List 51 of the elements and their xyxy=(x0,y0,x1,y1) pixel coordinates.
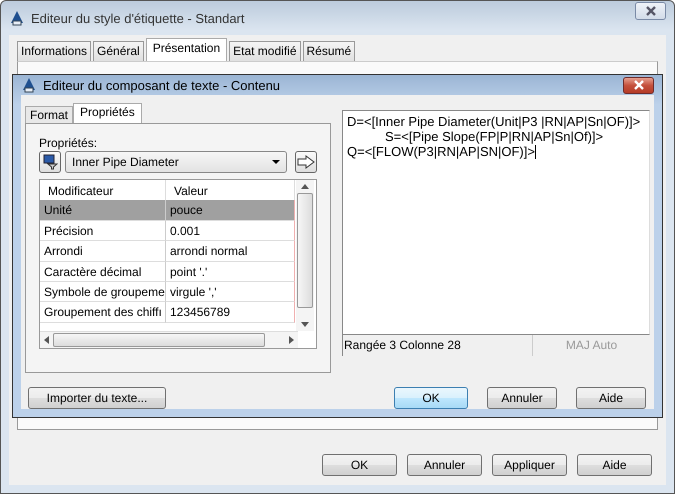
table-cell[interactable]: Unité xyxy=(40,200,166,221)
table-cell: pouce xyxy=(166,200,295,221)
table-cell[interactable]: Précision xyxy=(40,220,166,242)
table-cell[interactable]: Arrondi xyxy=(40,241,166,262)
table-cell: 0.001 xyxy=(166,220,295,242)
insert-button[interactable] xyxy=(295,151,317,173)
tab[interactable]: Propriétés xyxy=(73,103,142,123)
table-cell[interactable]: Caractère décimal xyxy=(40,262,166,282)
tab[interactable]: Informations xyxy=(17,41,92,61)
table-cell: virgule ',' xyxy=(166,282,295,302)
app-icon xyxy=(9,10,25,26)
property-dropdown[interactable]: Inner Pipe Diameter xyxy=(65,151,287,173)
import-button[interactable]: Importer du texte... xyxy=(28,387,166,409)
table-cell: point '.' xyxy=(166,262,295,282)
dialog-button[interactable]: OK xyxy=(394,387,468,409)
vertical-scrollbar[interactable] xyxy=(296,180,314,332)
text-line: S=<[Pipe Slope(FP|P|RN|AP|Sn|Of)]> xyxy=(385,129,604,144)
text-line: D=<[Inner Pipe Diameter(Unit|P3 |RN|AP|Sn|OF)]> xyxy=(347,114,640,129)
text-editor[interactable]: D=<[Inner Pipe Diameter(Unit|P3 |RN|AP|Sn|OF)]> S=<[Pipe Slope(FP|P|RN|AP|Sn|Of)]> Q=<[FLOW(P3|RN|AP|SN|OF)]> xyxy=(342,110,650,335)
table-cell[interactable]: Groupement des chiffı xyxy=(40,302,166,323)
window-title: Editeur du style d'étiquette - Standart xyxy=(31,10,246,26)
tab[interactable]: Résumé xyxy=(302,41,356,61)
table-cell[interactable]: Symbole de groupeme xyxy=(40,282,166,302)
close-button[interactable] xyxy=(623,76,654,94)
dropdown-arrow-icon xyxy=(272,160,280,164)
properties-label: Propriétés: xyxy=(39,136,98,150)
horizontal-scrollbar[interactable] xyxy=(40,331,298,348)
close-button[interactable] xyxy=(635,2,666,20)
filter-button[interactable] xyxy=(39,151,61,173)
table-cell: 123456789 xyxy=(166,302,295,323)
close-icon xyxy=(644,6,656,16)
dialog-button[interactable]: Annuler xyxy=(407,454,482,476)
scroll-right-icon[interactable] xyxy=(289,336,294,344)
dialog-button[interactable]: Annuler xyxy=(487,387,557,409)
dialog-title: Editeur du composant de texte - Contenu xyxy=(43,78,282,92)
tab[interactable]: Etat modifié xyxy=(229,41,300,61)
close-icon xyxy=(632,80,644,90)
arrow-icon xyxy=(297,155,315,169)
dialog-button[interactable]: Aide xyxy=(576,387,646,409)
tab[interactable]: Format xyxy=(25,106,74,123)
dialog-button[interactable]: OK xyxy=(322,454,397,476)
app-icon xyxy=(21,77,37,93)
tab[interactable]: Général xyxy=(93,41,144,61)
scroll-left-icon[interactable] xyxy=(44,336,49,344)
tab[interactable]: Présentation xyxy=(146,38,228,61)
scroll-down-icon[interactable] xyxy=(301,322,309,328)
table-cell: arrondi normal xyxy=(166,241,295,262)
scroll-up-icon[interactable] xyxy=(301,184,309,189)
text-line: Q=<[FLOW(P3|RN|AP|SN|OF)]> xyxy=(347,144,535,159)
dialog-button[interactable]: Appliquer xyxy=(492,454,567,476)
dialog-button[interactable]: Aide xyxy=(577,454,652,476)
